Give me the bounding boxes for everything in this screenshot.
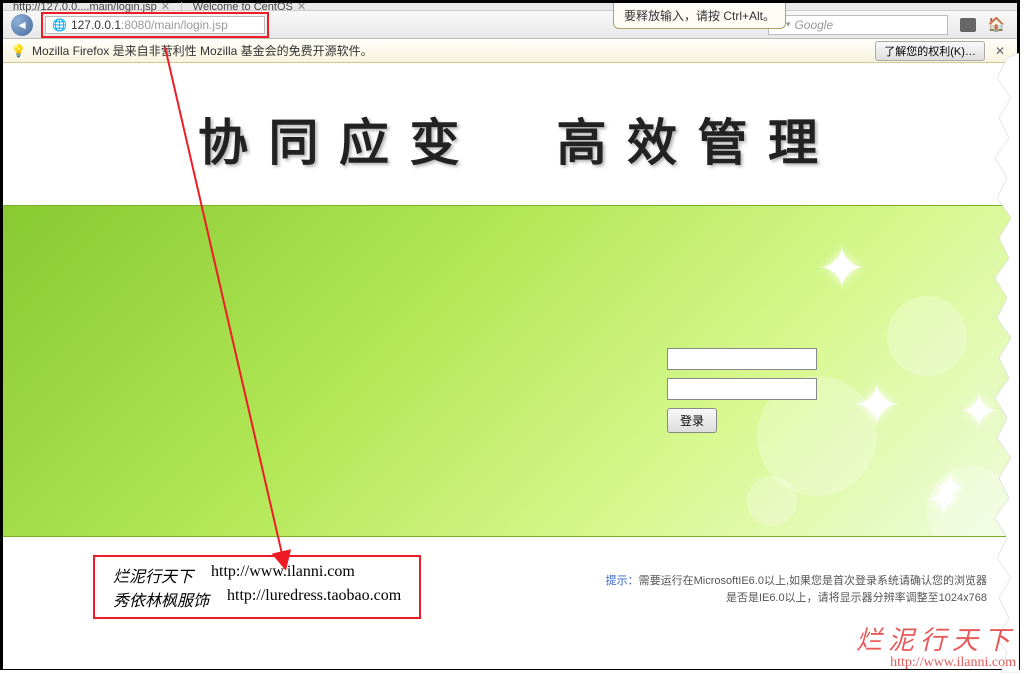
info-text: Mozilla Firefox 是来自非营利性 Mozilla 基金会的免费开源…: [32, 42, 373, 59]
login-button[interactable]: 登录: [667, 408, 717, 433]
login-banner: ✦ ✦ ✦ ✦ ✦ 登录: [3, 205, 1017, 537]
url-input[interactable]: 🌐 127.0.0.1:8080/main/login.jsp: [45, 16, 265, 34]
browser-tabs-bar: http://127.0.0....main/login.jsp ✕ | Wel…: [3, 3, 1017, 11]
search-input[interactable]: G ▾ Google: [768, 15, 948, 35]
screenshot-frame: 要释放输入，请按 Ctrl+Alt。 http://127.0.0....mai…: [0, 0, 1020, 670]
sparkle-icon: ✦: [925, 475, 962, 526]
bokeh-circle: [887, 296, 967, 376]
bulb-icon: 💡: [11, 44, 26, 58]
bokeh-circle: [747, 476, 797, 526]
home-icon[interactable]: 🏠: [984, 16, 1009, 33]
annotation-box-url: 🌐 127.0.0.1:8080/main/login.jsp: [41, 12, 269, 38]
username-field[interactable]: [667, 348, 817, 370]
sparkle-icon: ✦: [852, 371, 902, 441]
watermark: 烂泥行天下 http://www.ilanni.com: [856, 620, 1016, 671]
hero-slogan: 协 同 应 变 高 效 管 理: [3, 63, 1017, 205]
browser-nav-bar: ◄ 🌐 127.0.0.1:8080/main/login.jsp ☆ ▾ ↻ …: [3, 11, 1017, 39]
know-rights-button[interactable]: 了解您的权利(K)…: [875, 41, 985, 61]
browser-info-bar: 💡 Mozilla Firefox 是来自非营利性 Mozilla 基金会的免费…: [3, 39, 1017, 63]
chevron-down-icon[interactable]: ▾: [786, 19, 791, 30]
annotation-box-footer: 烂泥行天下 http://www.ilanni.com 秀依林枫服饰 http:…: [93, 555, 421, 619]
globe-icon: 🌐: [52, 18, 67, 32]
password-field[interactable]: [667, 378, 817, 400]
login-form: 登录: [667, 348, 817, 433]
page-footer: 烂泥行天下 http://www.ilanni.com 秀依林枫服饰 http:…: [3, 537, 1017, 619]
binoculars-icon[interactable]: [960, 18, 976, 32]
page-content: 协 同 应 变 高 效 管 理 ✦ ✦ ✦ ✦ ✦ 登录: [3, 63, 1017, 669]
compatibility-hint: 提示：需要运行在MicrosoftIE6.0以上,如果您是首次登录系统请确认您的…: [606, 573, 987, 619]
sparkle-icon: ✦: [817, 234, 867, 304]
footer-label-2: 秀依林枫服饰: [113, 587, 209, 611]
vm-input-tooltip: 要释放输入，请按 Ctrl+Alt。: [613, 3, 786, 29]
torn-paper-edge: [989, 53, 1019, 673]
footer-label-1: 烂泥行天下: [113, 563, 193, 587]
footer-url-1: http://www.ilanni.com: [211, 563, 355, 587]
back-button[interactable]: ◄: [11, 14, 33, 36]
footer-url-2: http://luredress.taobao.com: [227, 587, 401, 611]
